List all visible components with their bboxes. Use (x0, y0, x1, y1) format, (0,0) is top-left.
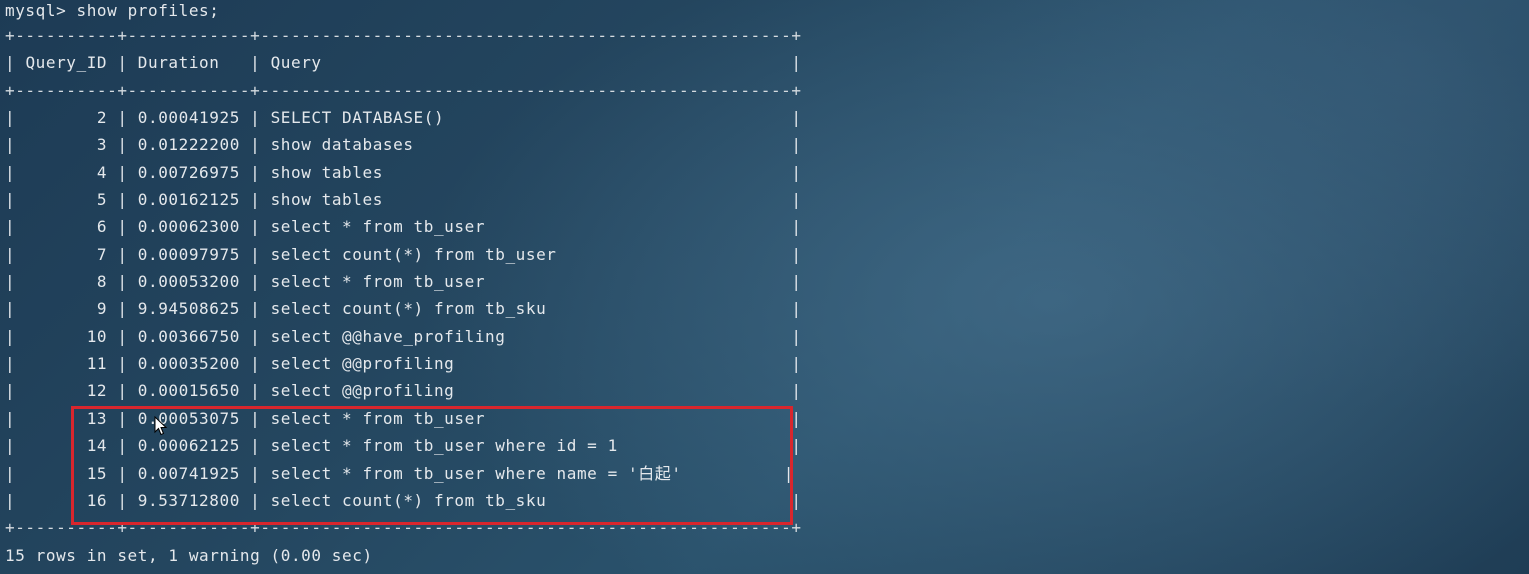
query-id-cell: 2 (96, 108, 108, 128)
query-text-cell: select * from tb_user where id = 1 (270, 436, 618, 456)
query-id-cell: 5 (96, 190, 108, 210)
query-text-cell: select count(*) from tb_user (270, 244, 557, 264)
duration-cell: 0.00741925 (137, 463, 240, 483)
table-row: | 3 | 0.01222200 | show databases | (5, 135, 802, 155)
query-text-cell: show tables (270, 190, 383, 210)
duration-cell: 9.94508625 (137, 299, 240, 319)
table-row: | 2 | 0.00041925 | SELECT DATABASE() | (5, 108, 802, 128)
table-row: | 8 | 0.00053200 | select * from tb_user… (5, 272, 802, 292)
command-text: show profiles; (76, 1, 220, 20)
query-text-cell: select * from tb_user (270, 272, 486, 292)
table-row: | 16 | 9.53712800 | select count(*) from… (5, 490, 802, 510)
table-body: | 2 | 0.00041925 | SELECT DATABASE() | | … (5, 104, 1205, 514)
terminal-output: mysql> show profiles; +----------+------… (5, 0, 1205, 569)
duration-cell: 0.00097975 (137, 244, 240, 264)
duration-cell: 0.00041925 (137, 108, 240, 128)
table-bottom-border: +----------+------------+---------------… (5, 518, 802, 538)
query-id-cell: 11 (86, 354, 108, 374)
query-text-cell: select count(*) from tb_sku (270, 299, 547, 319)
table-top-border: +----------+------------+---------------… (5, 26, 802, 45)
table-row: | 11 | 0.00035200 | select @@profiling | (5, 354, 802, 374)
duration-cell: 0.00162125 (137, 190, 240, 210)
column-header-duration: Duration (137, 53, 220, 73)
table-row: | 10 | 0.00366750 | select @@have_profil… (5, 326, 802, 346)
duration-cell: 0.00015650 (137, 381, 240, 401)
table-row: | 15 | 0.00741925 | select * from tb_use… (5, 463, 794, 483)
query-text-cell: select @@profiling (270, 381, 455, 401)
query-text-cell: select * from tb_user (270, 217, 486, 237)
query-id-cell: 15 (86, 463, 108, 483)
query-text-cell: show databases (270, 135, 414, 155)
table-row: | 13 | 0.00053075 | select * from tb_use… (5, 408, 802, 428)
duration-cell: 0.01222200 (137, 135, 240, 155)
query-id-cell: 16 (86, 490, 108, 510)
query-text-cell: select @@profiling (270, 354, 455, 374)
query-text-cell: select * from tb_user (270, 408, 486, 428)
query-text-cell: select count(*) from tb_sku (270, 490, 547, 510)
query-text-cell: show tables (270, 162, 383, 182)
duration-cell: 0.00366750 (137, 326, 240, 346)
table-row: | 6 | 0.00062300 | select * from tb_user… (5, 217, 802, 237)
duration-cell: 0.00035200 (137, 354, 240, 374)
query-text-cell: select * from tb_user where name = '白起' (270, 463, 682, 483)
table-header-row: | Query_ID | Duration | Query | (5, 53, 802, 73)
column-header-query-id: Query_ID (25, 53, 108, 73)
query-text-cell: SELECT DATABASE() (270, 108, 445, 128)
query-id-cell: 7 (96, 244, 108, 264)
mysql-prompt: mysql> (5, 1, 67, 20)
query-id-cell: 12 (86, 381, 108, 401)
command-line: mysql> show profiles; (5, 0, 1205, 22)
duration-cell: 0.00726975 (137, 162, 240, 182)
query-id-cell: 10 (86, 326, 108, 346)
query-id-cell: 9 (96, 299, 108, 319)
table-row: | 7 | 0.00097975 | select count(*) from … (5, 244, 802, 264)
duration-cell: 9.53712800 (137, 490, 240, 510)
result-summary: 15 rows in set, 1 warning (0.00 sec) (5, 545, 373, 565)
query-id-cell: 6 (96, 217, 108, 237)
query-id-cell: 14 (86, 436, 108, 456)
table-row: | 12 | 0.00015650 | select @@profiling | (5, 381, 802, 401)
duration-cell: 0.00062125 (137, 436, 240, 456)
table-row: | 4 | 0.00726975 | show tables | (5, 162, 802, 182)
table-row: | 14 | 0.00062125 | select * from tb_use… (5, 436, 802, 456)
query-id-cell: 8 (96, 272, 108, 292)
table-row: | 9 | 9.94508625 | select count(*) from … (5, 299, 802, 319)
duration-cell: 0.00053200 (137, 272, 240, 292)
query-id-cell: 4 (96, 162, 108, 182)
duration-cell: 0.00062300 (137, 217, 240, 237)
column-header-query: Query (270, 53, 322, 73)
query-text-cell: select @@have_profiling (270, 326, 506, 346)
table-row: | 5 | 0.00162125 | show tables | (5, 190, 802, 210)
query-id-cell: 13 (86, 408, 108, 428)
table-header-border: +----------+------------+---------------… (5, 80, 802, 100)
mouse-cursor-icon (154, 416, 168, 436)
query-id-cell: 3 (96, 135, 108, 155)
